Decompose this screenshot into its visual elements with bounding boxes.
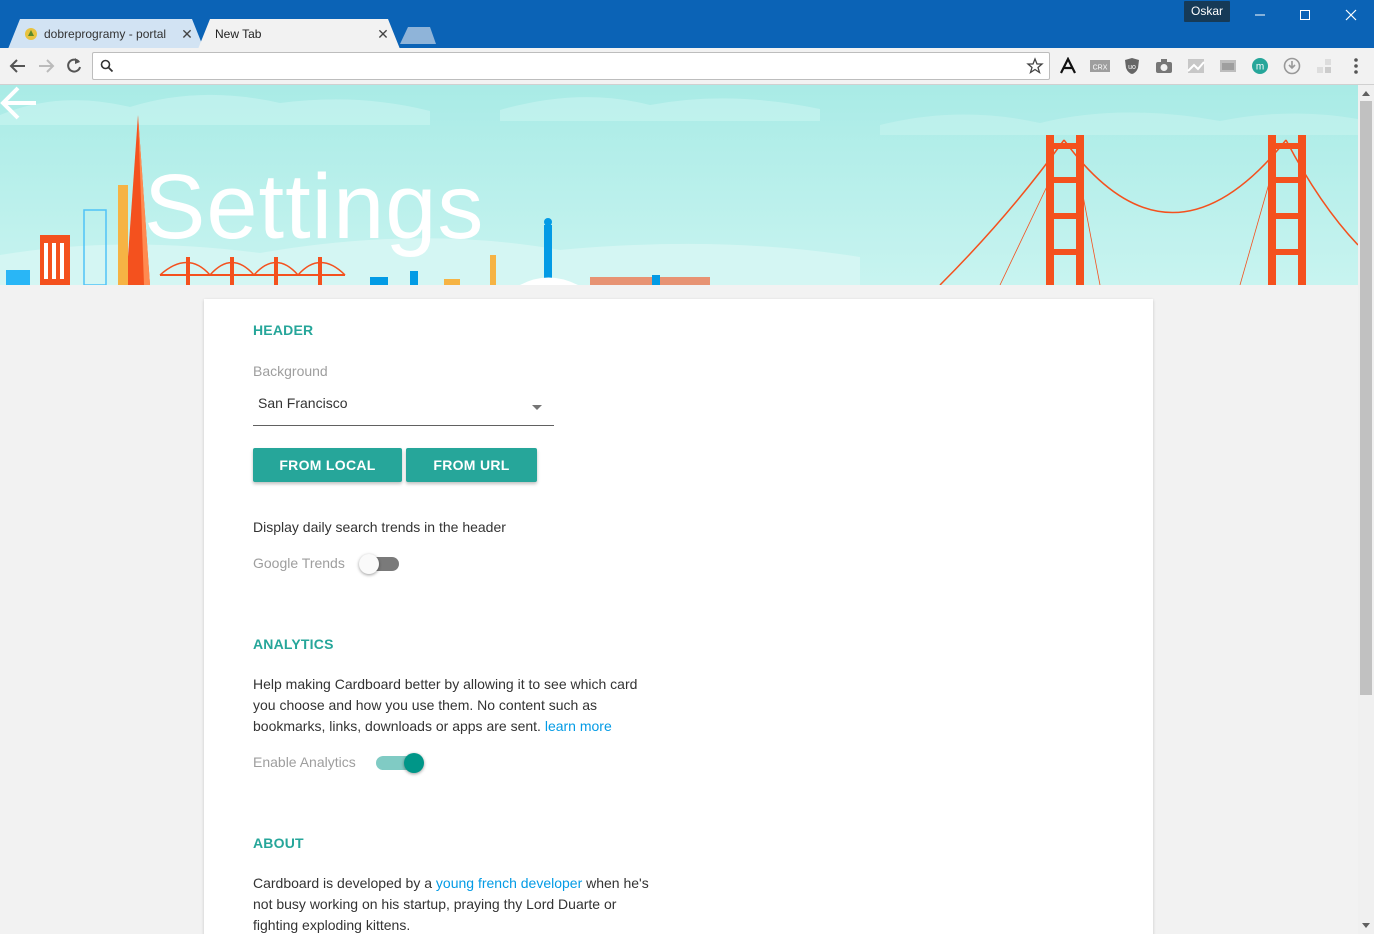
camera-extension-icon[interactable]: [1153, 56, 1175, 76]
back-arrow-icon[interactable]: [0, 85, 38, 121]
image-extension-icon[interactable]: [1185, 56, 1207, 76]
settings-card: HEADER Background San Francisco FROM LOC…: [204, 299, 1153, 934]
window-titlebar: dobreprogramy - portal ✕ New Tab ✕ Oskar: [0, 0, 1374, 49]
m-extension-icon[interactable]: m: [1249, 56, 1271, 76]
more-menu-button[interactable]: [1345, 56, 1367, 76]
about-section-title: ABOUT: [253, 835, 304, 851]
address-input[interactable]: [123, 55, 1023, 77]
tab-title: New Tab: [215, 27, 262, 41]
font-extension-icon[interactable]: [1057, 56, 1079, 76]
reload-icon: [67, 58, 81, 73]
google-trends-toggle[interactable]: [359, 554, 407, 574]
tab-close-icon[interactable]: ✕: [180, 19, 194, 49]
crx-extension-icon[interactable]: CRX: [1089, 56, 1111, 76]
settings-page: Settings HEADER Background San Francisco…: [0, 85, 1358, 934]
tab-dobreprogramy[interactable]: dobreprogramy - portal ✕: [8, 19, 204, 49]
minimize-icon: [1255, 14, 1265, 16]
scroll-down-icon[interactable]: [1362, 923, 1370, 928]
tab-close-icon[interactable]: ✕: [376, 19, 390, 49]
dobreprogramy-favicon-icon: [25, 28, 37, 40]
header-section-title: HEADER: [253, 322, 314, 338]
forward-icon: [39, 59, 55, 73]
about-description: Cardboard is developed by a young french…: [253, 873, 653, 934]
ublock-extension-icon[interactable]: uo: [1121, 56, 1143, 76]
window-extension-icon[interactable]: [1217, 56, 1239, 76]
close-icon: [1345, 9, 1357, 21]
tab-new-tab[interactable]: New Tab ✕: [198, 19, 400, 49]
from-url-button[interactable]: FROM URL: [406, 448, 537, 482]
profile-button[interactable]: Oskar: [1184, 1, 1230, 22]
background-select-value: San Francisco: [258, 395, 348, 411]
maximize-button[interactable]: [1282, 0, 1328, 30]
background-select[interactable]: San Francisco: [253, 391, 554, 426]
reload-button[interactable]: [62, 54, 86, 78]
background-label: Background: [253, 363, 328, 379]
back-icon: [9, 59, 25, 73]
forward-button[interactable]: [34, 54, 58, 78]
scroll-up-icon[interactable]: [1362, 91, 1370, 96]
chevron-down-icon: [532, 405, 542, 410]
back-button[interactable]: [6, 54, 30, 78]
download-extension-icon[interactable]: [1281, 56, 1303, 76]
new-tab-button[interactable]: [400, 27, 436, 44]
minimize-button[interactable]: [1237, 0, 1283, 30]
tab-title: dobreprogramy - portal: [44, 27, 167, 41]
scroll-thumb[interactable]: [1360, 101, 1372, 695]
close-button[interactable]: [1328, 0, 1374, 30]
svg-text:uo: uo: [1128, 64, 1136, 71]
toggle-knob: [404, 753, 424, 773]
analytics-section-title: ANALYTICS: [253, 636, 334, 652]
learn-more-link[interactable]: learn more: [545, 718, 612, 734]
enable-analytics-label: Enable Analytics: [253, 754, 356, 770]
page-title: Settings: [144, 156, 485, 258]
svg-text:CRX: CRX: [1093, 65, 1108, 72]
enable-analytics-toggle[interactable]: [376, 753, 428, 773]
from-local-button[interactable]: FROM LOCAL: [253, 448, 402, 482]
google-trends-label: Google Trends: [253, 555, 345, 571]
more-icon: [1354, 58, 1358, 74]
star-icon[interactable]: [1026, 57, 1044, 75]
developer-link[interactable]: young french developer: [436, 875, 582, 891]
search-icon: [100, 59, 114, 73]
analytics-description: Help making Cardboard better by allowing…: [253, 674, 653, 737]
browser-toolbar: CRX uo m: [0, 48, 1374, 85]
about-text-before: Cardboard is developed by a: [253, 875, 433, 891]
page-scrollbar[interactable]: [1358, 85, 1374, 934]
san-francisco-banner: Settings: [0, 85, 1358, 285]
address-bar[interactable]: [92, 52, 1050, 80]
trends-description: Display daily search trends in the heade…: [253, 519, 506, 535]
grid-extension-icon[interactable]: [1313, 56, 1335, 76]
toggle-knob: [359, 554, 379, 574]
svg-text:m: m: [1256, 62, 1264, 73]
maximize-icon: [1300, 10, 1310, 20]
